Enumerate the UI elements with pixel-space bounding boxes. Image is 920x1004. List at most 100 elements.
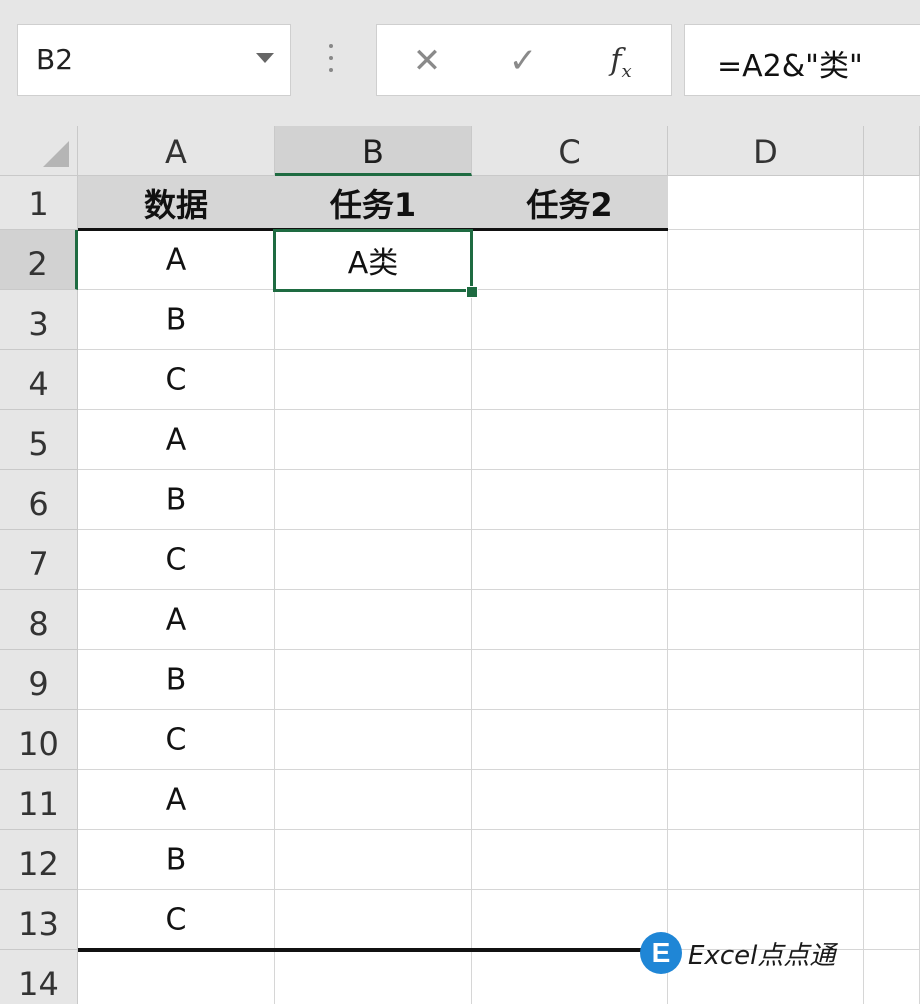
row-header-11[interactable]: 11 — [0, 770, 78, 830]
cell-b1[interactable]: 任务1 — [275, 176, 472, 230]
cell-b10[interactable] — [275, 710, 472, 770]
cell-d6[interactable] — [668, 470, 864, 530]
chevron-down-icon[interactable] — [256, 53, 274, 63]
cell-e3[interactable] — [864, 290, 920, 350]
cell-e8[interactable] — [864, 590, 920, 650]
cell-e9[interactable] — [864, 650, 920, 710]
cell-d2[interactable] — [668, 230, 864, 290]
cell-b12[interactable] — [275, 830, 472, 890]
cell-a3[interactable]: B — [78, 290, 275, 350]
cell-a10[interactable]: C — [78, 710, 275, 770]
cell-c1[interactable]: 任务2 — [472, 176, 668, 230]
cell-c4[interactable] — [472, 350, 668, 410]
cell-c6[interactable] — [472, 470, 668, 530]
row-header-1[interactable]: 1 — [0, 176, 78, 230]
cell-c9[interactable] — [472, 650, 668, 710]
formula-text[interactable]: =A2&"类" — [717, 41, 863, 85]
cell-c11[interactable] — [472, 770, 668, 830]
cell-e1[interactable] — [864, 176, 920, 230]
cell-c5[interactable] — [472, 410, 668, 470]
cell-a14[interactable] — [78, 950, 275, 1004]
column-header-a[interactable]: A — [78, 126, 275, 176]
cell-d10[interactable] — [668, 710, 864, 770]
cell-b9[interactable] — [275, 650, 472, 710]
row-header-6[interactable]: 6 — [0, 470, 78, 530]
cell-c7[interactable] — [472, 530, 668, 590]
cell-a7[interactable]: C — [78, 530, 275, 590]
close-icon[interactable]: ✕ — [405, 39, 449, 83]
row-header-5[interactable]: 5 — [0, 410, 78, 470]
cell-d11[interactable] — [668, 770, 864, 830]
cell-a9[interactable]: B — [78, 650, 275, 710]
name-box[interactable]: B2 — [17, 24, 291, 96]
drag-handle-icon[interactable] — [326, 44, 336, 78]
insert-function-icon[interactable]: fx — [599, 39, 643, 83]
cell-a8[interactable]: A — [78, 590, 275, 650]
cell-a12[interactable]: B — [78, 830, 275, 890]
cell-a6[interactable]: B — [78, 470, 275, 530]
cell-d1[interactable] — [668, 176, 864, 230]
cell-b6[interactable] — [275, 470, 472, 530]
cell-d12[interactable] — [668, 830, 864, 890]
cell-b7[interactable] — [275, 530, 472, 590]
row-header-2[interactable]: 2 — [0, 230, 78, 290]
row-number: 12 — [18, 845, 59, 883]
cell-a13[interactable]: C — [78, 890, 275, 950]
cell-a2[interactable]: A — [78, 230, 275, 290]
cell-e14[interactable] — [864, 950, 920, 1004]
cell-d8[interactable] — [668, 590, 864, 650]
cell-c12[interactable] — [472, 830, 668, 890]
cell-e2[interactable] — [864, 230, 920, 290]
cell-d3[interactable] — [668, 290, 864, 350]
row-header-8[interactable]: 8 — [0, 590, 78, 650]
name-box-value[interactable]: B2 — [36, 43, 73, 76]
row-header-3[interactable]: 3 — [0, 290, 78, 350]
column-header-d[interactable]: D — [668, 126, 864, 176]
formula-input[interactable]: =A2&"类" — [684, 24, 920, 96]
fx-sub: x — [621, 61, 632, 82]
row-header-12[interactable]: 12 — [0, 830, 78, 890]
cell-e5[interactable] — [864, 410, 920, 470]
cell-e7[interactable] — [864, 530, 920, 590]
cell-b5[interactable] — [275, 410, 472, 470]
row-number: 2 — [27, 245, 48, 283]
column-header-c[interactable]: C — [472, 126, 668, 176]
column-header-b[interactable]: B — [275, 126, 472, 176]
cell-c14[interactable] — [472, 950, 668, 1004]
cell-b14[interactable] — [275, 950, 472, 1004]
select-all-button[interactable] — [0, 126, 78, 176]
cell-e13[interactable] — [864, 890, 920, 950]
cell-d5[interactable] — [668, 410, 864, 470]
cell-c3[interactable] — [472, 290, 668, 350]
cell-a1[interactable]: 数据 — [78, 176, 275, 230]
cell-e12[interactable] — [864, 830, 920, 890]
cell-e11[interactable] — [864, 770, 920, 830]
checkmark-icon[interactable]: ✓ — [501, 39, 545, 83]
row-header-14[interactable]: 14 — [0, 950, 78, 1004]
cell-c10[interactable] — [472, 710, 668, 770]
cell-d7[interactable] — [668, 530, 864, 590]
row-header-13[interactable]: 13 — [0, 890, 78, 950]
cell-e4[interactable] — [864, 350, 920, 410]
cell-a4[interactable]: C — [78, 350, 275, 410]
cell-c8[interactable] — [472, 590, 668, 650]
cell-a11[interactable]: A — [78, 770, 275, 830]
cell-b4[interactable] — [275, 350, 472, 410]
cell-b8[interactable] — [275, 590, 472, 650]
cell-d9[interactable] — [668, 650, 864, 710]
row-header-4[interactable]: 4 — [0, 350, 78, 410]
cell-d4[interactable] — [668, 350, 864, 410]
cell-a5[interactable]: A — [78, 410, 275, 470]
row-header-10[interactable]: 10 — [0, 710, 78, 770]
cell-b11[interactable] — [275, 770, 472, 830]
row-header-7[interactable]: 7 — [0, 530, 78, 590]
cell-e6[interactable] — [864, 470, 920, 530]
cell-c13[interactable] — [472, 890, 668, 950]
cell-b13[interactable] — [275, 890, 472, 950]
row-header-9[interactable]: 9 — [0, 650, 78, 710]
fill-handle[interactable] — [466, 286, 478, 298]
cell-e10[interactable] — [864, 710, 920, 770]
cell-c2[interactable] — [472, 230, 668, 290]
column-header-e[interactable] — [864, 126, 920, 176]
cell-b3[interactable] — [275, 290, 472, 350]
